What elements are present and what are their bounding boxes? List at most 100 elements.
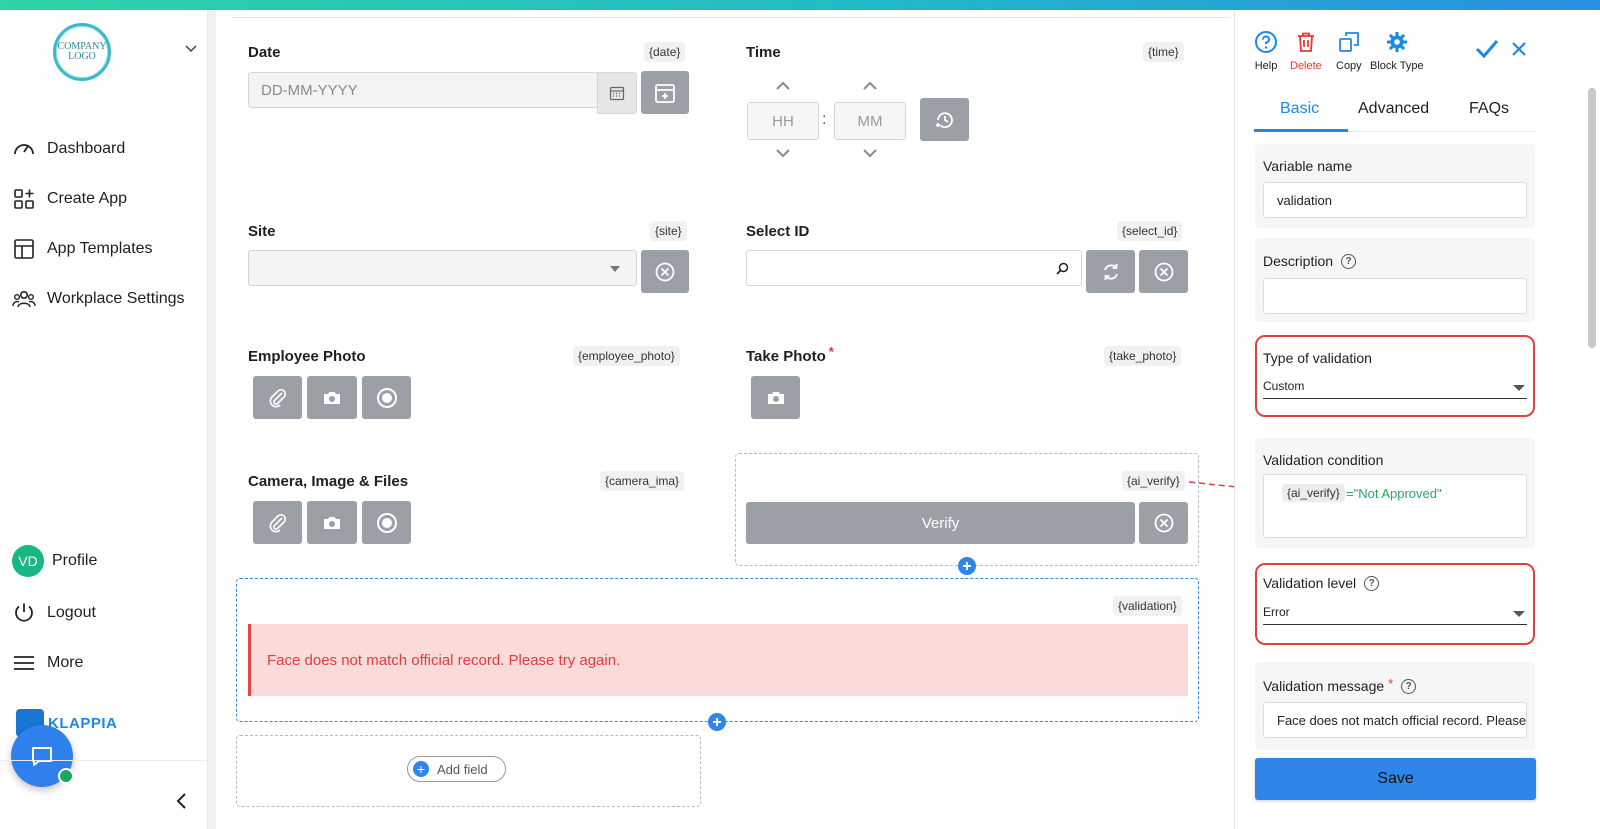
selected-value: Custom: [1263, 379, 1305, 393]
sidebar-item-app-templates[interactable]: App Templates: [12, 236, 153, 262]
tab-faqs[interactable]: FAQs: [1469, 100, 1509, 118]
company-logo[interactable]: COMPANY LOGO: [53, 23, 111, 81]
close-icon[interactable]: [1511, 41, 1527, 57]
validation-condition-label: Validation condition: [1263, 452, 1384, 468]
description-input[interactable]: [1263, 278, 1527, 314]
condition-expression: ="Not Approved": [1346, 486, 1442, 501]
menu-icon: [14, 656, 34, 670]
block-type-label: Block Type: [1370, 60, 1424, 72]
gear-icon: [1386, 32, 1407, 52]
close-circle-icon: [1154, 513, 1173, 533]
power-icon: [15, 603, 33, 622]
sidebar-item-profile[interactable]: VD Profile: [12, 545, 97, 577]
verify-button[interactable]: Verify: [746, 502, 1135, 544]
sidebar-item-label: App Templates: [47, 240, 153, 257]
sidebar-item-logout[interactable]: Logout: [12, 600, 96, 626]
type-of-validation-select[interactable]: Custom: [1263, 379, 1527, 399]
validation-message-input[interactable]: Face does not match official record. Ple…: [1263, 702, 1527, 738]
validation-level-label-text: Validation level: [1263, 575, 1357, 591]
selected-value: Error: [1263, 605, 1290, 619]
add-block-plus-icon[interactable]: [708, 713, 726, 731]
variable-name-label: Variable name: [1263, 158, 1353, 174]
validation-level-label: Validation level?: [1263, 575, 1380, 591]
current-time-button[interactable]: [920, 98, 969, 141]
help-circle-icon[interactable]: ?: [1341, 253, 1357, 269]
minute-down-chevron-icon[interactable]: [862, 148, 878, 158]
variable-tag: {ai_verify}: [1122, 471, 1185, 491]
site-select[interactable]: [248, 250, 637, 286]
attach-file-button[interactable]: [253, 376, 302, 419]
sidebar-item-label: Workplace Settings: [47, 290, 185, 307]
collapse-sidebar-icon[interactable]: [175, 792, 189, 810]
top-gradient-bar: [0, 0, 1600, 10]
type-of-validation-label: Type of validation: [1263, 350, 1372, 366]
camera-button[interactable]: [307, 501, 357, 544]
add-block-plus-icon[interactable]: [958, 557, 976, 575]
chevron-down-icon[interactable]: [185, 42, 197, 54]
take-photo-label-text: Take Photo: [746, 348, 826, 365]
camera-icon: [324, 516, 340, 529]
record-button[interactable]: [362, 501, 411, 544]
help-button[interactable]: Help: [1254, 30, 1278, 72]
help-circle-icon[interactable]: ?: [1364, 575, 1380, 591]
delete-button[interactable]: Delete: [1290, 30, 1322, 72]
calendar-picker-button[interactable]: [597, 72, 637, 114]
copy-icon: [1338, 32, 1359, 52]
confirm-check-icon[interactable]: [1475, 39, 1499, 59]
today-button[interactable]: [641, 71, 689, 114]
search-icon: [1056, 262, 1069, 275]
sidebar-item-label: More: [47, 654, 84, 671]
date-label: Date: [248, 44, 281, 61]
description-label: Description?: [1263, 253, 1357, 269]
tab-basic[interactable]: Basic: [1280, 100, 1319, 118]
add-field-label: Add field: [437, 761, 488, 777]
camera-button[interactable]: [307, 376, 357, 419]
time-separator: :: [822, 111, 827, 128]
clear-select-id-button[interactable]: [1139, 250, 1188, 293]
chat-bubble-icon: [32, 747, 52, 766]
logo-text: COMPANY LOGO: [57, 41, 107, 62]
minutes-input[interactable]: MM: [834, 102, 906, 140]
add-field-button[interactable]: + Add field: [407, 756, 506, 782]
select-id-input[interactable]: [746, 250, 1082, 286]
sidebar-item-more[interactable]: More: [12, 650, 83, 676]
tab-advanced[interactable]: Advanced: [1358, 100, 1429, 118]
help-circle-icon[interactable]: ?: [1401, 678, 1417, 694]
record-button[interactable]: [362, 376, 411, 419]
panel-scrollbar[interactable]: [1588, 88, 1596, 348]
save-button[interactable]: Save: [1255, 758, 1536, 800]
take-photo-camera-button[interactable]: [751, 376, 800, 419]
calendar-plus-icon: [655, 83, 675, 103]
variable-tag: {employee_photo}: [573, 346, 680, 366]
minute-up-chevron-icon[interactable]: [862, 81, 878, 91]
users-icon: [12, 291, 36, 308]
variable-tag: {site}: [650, 221, 687, 241]
refresh-button[interactable]: [1086, 250, 1135, 293]
clear-site-button[interactable]: [641, 250, 689, 293]
trash-icon: [1297, 32, 1314, 52]
validation-level-select[interactable]: Error: [1263, 605, 1527, 625]
sidebar-gutter: [208, 10, 216, 829]
record-icon: [376, 387, 397, 408]
camera-icon: [324, 391, 340, 404]
refresh-icon: [1103, 263, 1118, 280]
sidebar-item-dashboard[interactable]: Dashboard: [12, 136, 125, 162]
hour-up-chevron-icon[interactable]: [775, 81, 791, 91]
help-label: Help: [1254, 60, 1278, 72]
close-circle-icon: [655, 262, 675, 281]
condition-variable-tag: {ai_verify}: [1282, 484, 1345, 502]
required-mark: *: [828, 344, 834, 359]
clear-verify-button[interactable]: [1139, 502, 1188, 544]
attach-file-button[interactable]: [253, 501, 302, 544]
plus-icon: +: [413, 761, 429, 777]
hour-down-chevron-icon[interactable]: [775, 148, 791, 158]
sidebar-item-label: Logout: [47, 604, 96, 621]
copy-button[interactable]: Copy: [1336, 30, 1362, 72]
block-type-button[interactable]: Block Type: [1370, 30, 1424, 72]
sidebar-item-label: Create App: [47, 190, 128, 207]
variable-name-input[interactable]: validation: [1263, 182, 1527, 218]
sidebar-item-workplace-settings[interactable]: Workplace Settings: [12, 286, 185, 312]
sidebar-item-create-app[interactable]: Create App: [12, 186, 127, 212]
hours-input[interactable]: HH: [747, 102, 819, 140]
date-input[interactable]: DD-MM-YYYY: [248, 72, 598, 108]
